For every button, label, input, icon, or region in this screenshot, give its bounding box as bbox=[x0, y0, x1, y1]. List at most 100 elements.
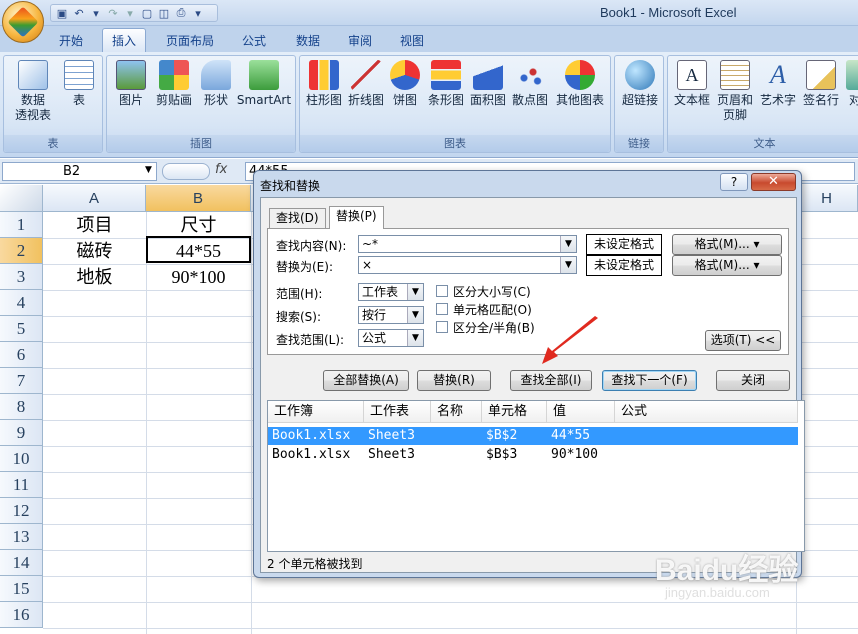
print-preview-icon[interactable]: ◫ bbox=[157, 6, 171, 20]
row-header-6[interactable]: 6 bbox=[0, 342, 43, 368]
other-charts-button[interactable]: 其他图表 bbox=[552, 60, 608, 108]
grid-line bbox=[43, 628, 858, 629]
print-icon[interactable]: ⎙ bbox=[174, 6, 188, 20]
match-entire-cell-checkbox[interactable] bbox=[436, 303, 448, 315]
tab-review[interactable]: 审阅 bbox=[338, 28, 382, 52]
tab-insert[interactable]: 插入 bbox=[102, 28, 146, 52]
tab-formulas[interactable]: 公式 bbox=[232, 28, 276, 52]
tab-home[interactable]: 开始 bbox=[50, 28, 92, 52]
results-header-formula[interactable]: 公式 bbox=[615, 401, 798, 423]
look-in-dropdown-icon[interactable]: ▼ bbox=[407, 330, 423, 346]
replace-with-input[interactable]: × ▼ bbox=[358, 256, 577, 274]
find-all-button[interactable]: 查找全部(I) bbox=[510, 370, 592, 391]
tab-replace[interactable]: 替换(P) bbox=[329, 206, 384, 229]
cell-b1[interactable]: 尺寸 bbox=[146, 212, 251, 238]
row-header-16[interactable]: 16 bbox=[0, 602, 43, 628]
row-header-12[interactable]: 12 bbox=[0, 498, 43, 524]
pivot-table-button[interactable]: 数据 透视表 bbox=[8, 60, 58, 123]
search-order-dropdown-icon[interactable]: ▼ bbox=[407, 307, 423, 323]
undo-icon[interactable]: ↶ bbox=[72, 6, 86, 20]
results-header-cell[interactable]: 单元格 bbox=[482, 401, 547, 423]
row-header-5[interactable]: 5 bbox=[0, 316, 43, 342]
results-header-value[interactable]: 值 bbox=[547, 401, 615, 423]
row-header-11[interactable]: 11 bbox=[0, 472, 43, 498]
name-box[interactable]: B2 bbox=[2, 162, 157, 181]
bar-chart-button[interactable]: 条形图 bbox=[426, 60, 466, 108]
column-header-a[interactable]: A bbox=[43, 185, 146, 212]
undo-dropdown-icon[interactable]: ▾ bbox=[89, 6, 103, 20]
area-chart-button[interactable]: 面积图 bbox=[468, 60, 508, 108]
tab-view[interactable]: 视图 bbox=[390, 28, 434, 52]
save-icon[interactable]: ▣ bbox=[55, 6, 69, 20]
within-select[interactable]: 工作表 ▼ bbox=[358, 283, 424, 301]
match-byte-checkbox[interactable] bbox=[436, 321, 448, 333]
column-chart-button[interactable]: 柱形图 bbox=[304, 60, 344, 108]
replace-history-dropdown-icon[interactable]: ▼ bbox=[560, 257, 576, 273]
options-button[interactable]: 选项(T) << bbox=[705, 330, 781, 351]
row-header-15[interactable]: 15 bbox=[0, 576, 43, 602]
row-header-4[interactable]: 4 bbox=[0, 290, 43, 316]
look-in-select[interactable]: 公式 ▼ bbox=[358, 329, 424, 347]
picture-button[interactable]: 图片 bbox=[113, 60, 149, 108]
header-footer-button[interactable]: 页眉和 页脚 bbox=[714, 60, 756, 123]
find-next-button[interactable]: 查找下一个(F) bbox=[602, 370, 697, 391]
column-header-h[interactable]: H bbox=[796, 185, 858, 212]
match-case-checkbox[interactable] bbox=[436, 285, 448, 297]
tab-find[interactable]: 查找(D) bbox=[269, 208, 326, 228]
tab-page-layout[interactable]: 页面布局 bbox=[158, 28, 222, 52]
table-button[interactable]: 表 bbox=[59, 60, 99, 108]
textbox-button[interactable]: A 文本框 bbox=[671, 60, 713, 108]
office-button[interactable] bbox=[2, 1, 44, 43]
results-header-name[interactable]: 名称 bbox=[431, 401, 482, 423]
row-header-14[interactable]: 14 bbox=[0, 550, 43, 576]
hyperlink-button[interactable]: 超链接 bbox=[618, 60, 662, 108]
select-all-corner[interactable] bbox=[0, 185, 43, 212]
find-history-dropdown-icon[interactable]: ▼ bbox=[560, 236, 576, 252]
object-button[interactable]: 对 bbox=[845, 60, 858, 108]
replace-button[interactable]: 替换(R) bbox=[417, 370, 491, 391]
cell-b3[interactable]: 90*100 bbox=[146, 264, 251, 290]
search-order-select[interactable]: 按行 ▼ bbox=[358, 306, 424, 324]
row-header-2[interactable]: 2 bbox=[0, 238, 43, 264]
results-header-workbook[interactable]: 工作簿 bbox=[268, 401, 364, 423]
row-header-7[interactable]: 7 bbox=[0, 368, 43, 394]
close-button[interactable]: 关闭 bbox=[716, 370, 790, 391]
row-header-8[interactable]: 8 bbox=[0, 394, 43, 420]
column-header-b[interactable]: B bbox=[146, 185, 251, 212]
help-button[interactable]: ? bbox=[720, 173, 748, 191]
wordart-button[interactable]: A 艺术字 bbox=[757, 60, 799, 108]
find-what-input[interactable]: ~* ▼ bbox=[358, 235, 577, 253]
find-format-button[interactable]: 格式(M)... ▾ bbox=[672, 234, 782, 255]
signature-line-button[interactable]: 签名行 bbox=[800, 60, 842, 108]
row-header-13[interactable]: 13 bbox=[0, 524, 43, 550]
redo-dropdown-icon[interactable]: ▾ bbox=[123, 6, 137, 20]
name-box-dropdown-icon[interactable]: ▼ bbox=[145, 165, 152, 175]
row-header-1[interactable]: 1 bbox=[0, 212, 43, 238]
cell-a2[interactable]: 磁砖 bbox=[43, 238, 146, 264]
replace-format-button[interactable]: 格式(M)... ▾ bbox=[672, 255, 782, 276]
shapes-button[interactable]: 形状 bbox=[199, 60, 233, 108]
cell-a1[interactable]: 项目 bbox=[43, 212, 146, 238]
new-file-icon[interactable]: ▢ bbox=[140, 6, 154, 20]
result-row[interactable]: Book1.xlsx Sheet3 $B$3 90*100 bbox=[268, 446, 798, 464]
row-header-3[interactable]: 3 bbox=[0, 264, 43, 290]
tab-data[interactable]: 数据 bbox=[286, 28, 330, 52]
formula-bar-expand-handle[interactable] bbox=[162, 163, 210, 180]
result-row[interactable]: Book1.xlsx Sheet3 $B$2 44*55 bbox=[268, 427, 798, 445]
replace-all-button[interactable]: 全部替换(A) bbox=[323, 370, 409, 391]
results-list[interactable]: 工作簿 工作表 名称 单元格 值 公式 Book1.xlsx Sheet3 $B… bbox=[267, 400, 805, 552]
redo-icon[interactable]: ↷ bbox=[106, 6, 120, 20]
clipart-button[interactable]: 剪贴画 bbox=[152, 60, 196, 108]
results-header-sheet[interactable]: 工作表 bbox=[364, 401, 431, 423]
row-header-10[interactable]: 10 bbox=[0, 446, 43, 472]
customize-qat-icon[interactable]: ▾ bbox=[191, 6, 205, 20]
smartart-button[interactable]: SmartArt bbox=[235, 60, 293, 108]
close-icon[interactable]: ✕ bbox=[751, 173, 796, 191]
pie-chart-button[interactable]: 饼图 bbox=[388, 60, 422, 108]
cell-a3[interactable]: 地板 bbox=[43, 264, 146, 290]
row-header-9[interactable]: 9 bbox=[0, 420, 43, 446]
line-chart-button[interactable]: 折线图 bbox=[346, 60, 386, 108]
scatter-chart-button[interactable]: 散点图 bbox=[510, 60, 550, 108]
within-dropdown-icon[interactable]: ▼ bbox=[407, 284, 423, 300]
insert-function-icon[interactable]: fx bbox=[215, 162, 227, 177]
